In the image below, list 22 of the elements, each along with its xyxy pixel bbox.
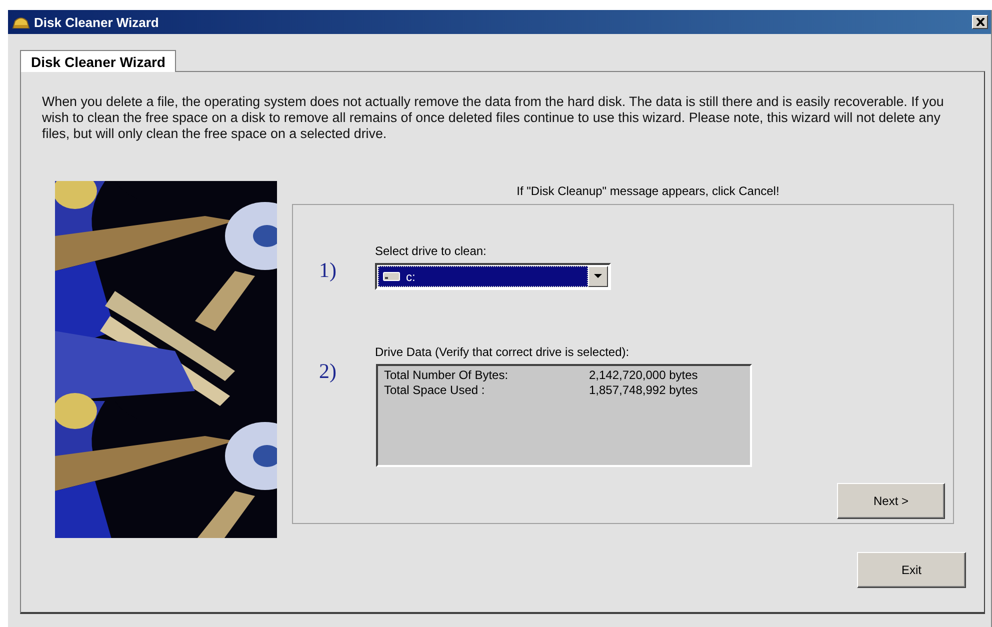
drive-dropdown[interactable]: c: xyxy=(375,263,611,290)
intro-text: When you delete a file, the operating system does not actually remove the data from the hard disk. The data is still there and is easily recoverable. If you wish to clean the free space on a disk to remove all remains of once deleted files continue to use this wizard. Please note, this wizard will not delete any files, but will only clean the free space on a selected drive. xyxy=(42,94,945,142)
step-label: Drive Data (Verify that correct drive is selected): xyxy=(375,345,630,359)
window-title: Disk Cleaner Wizard xyxy=(34,14,160,30)
data-value: 1,857,748,992 bytes xyxy=(589,383,698,398)
caret-icon xyxy=(594,274,602,279)
notice-text: If "Disk Cleanup" message appears, click Cancel! xyxy=(516,183,780,200)
exit-button[interactable]: Exit xyxy=(857,552,966,588)
next-button[interactable]: Next > xyxy=(837,483,945,519)
data-value: 2,142,720,000 bytes xyxy=(589,368,698,383)
close-icon xyxy=(976,18,984,26)
dropdown-arrow-button[interactable] xyxy=(588,266,608,287)
step-label: Select drive to clean: xyxy=(375,244,488,258)
drive-icon xyxy=(383,272,400,281)
step-number: 1) xyxy=(319,257,338,284)
tab[interactable]: Disk Cleaner Wizard xyxy=(20,50,176,72)
close-button[interactable] xyxy=(972,15,988,29)
dropdown-value: c: xyxy=(406,270,416,284)
step-number: 2) xyxy=(319,358,338,385)
app-icon xyxy=(12,15,30,29)
data-label: Total Number Of Bytes: xyxy=(384,368,510,383)
data-label: Total Space Used : xyxy=(384,383,486,398)
